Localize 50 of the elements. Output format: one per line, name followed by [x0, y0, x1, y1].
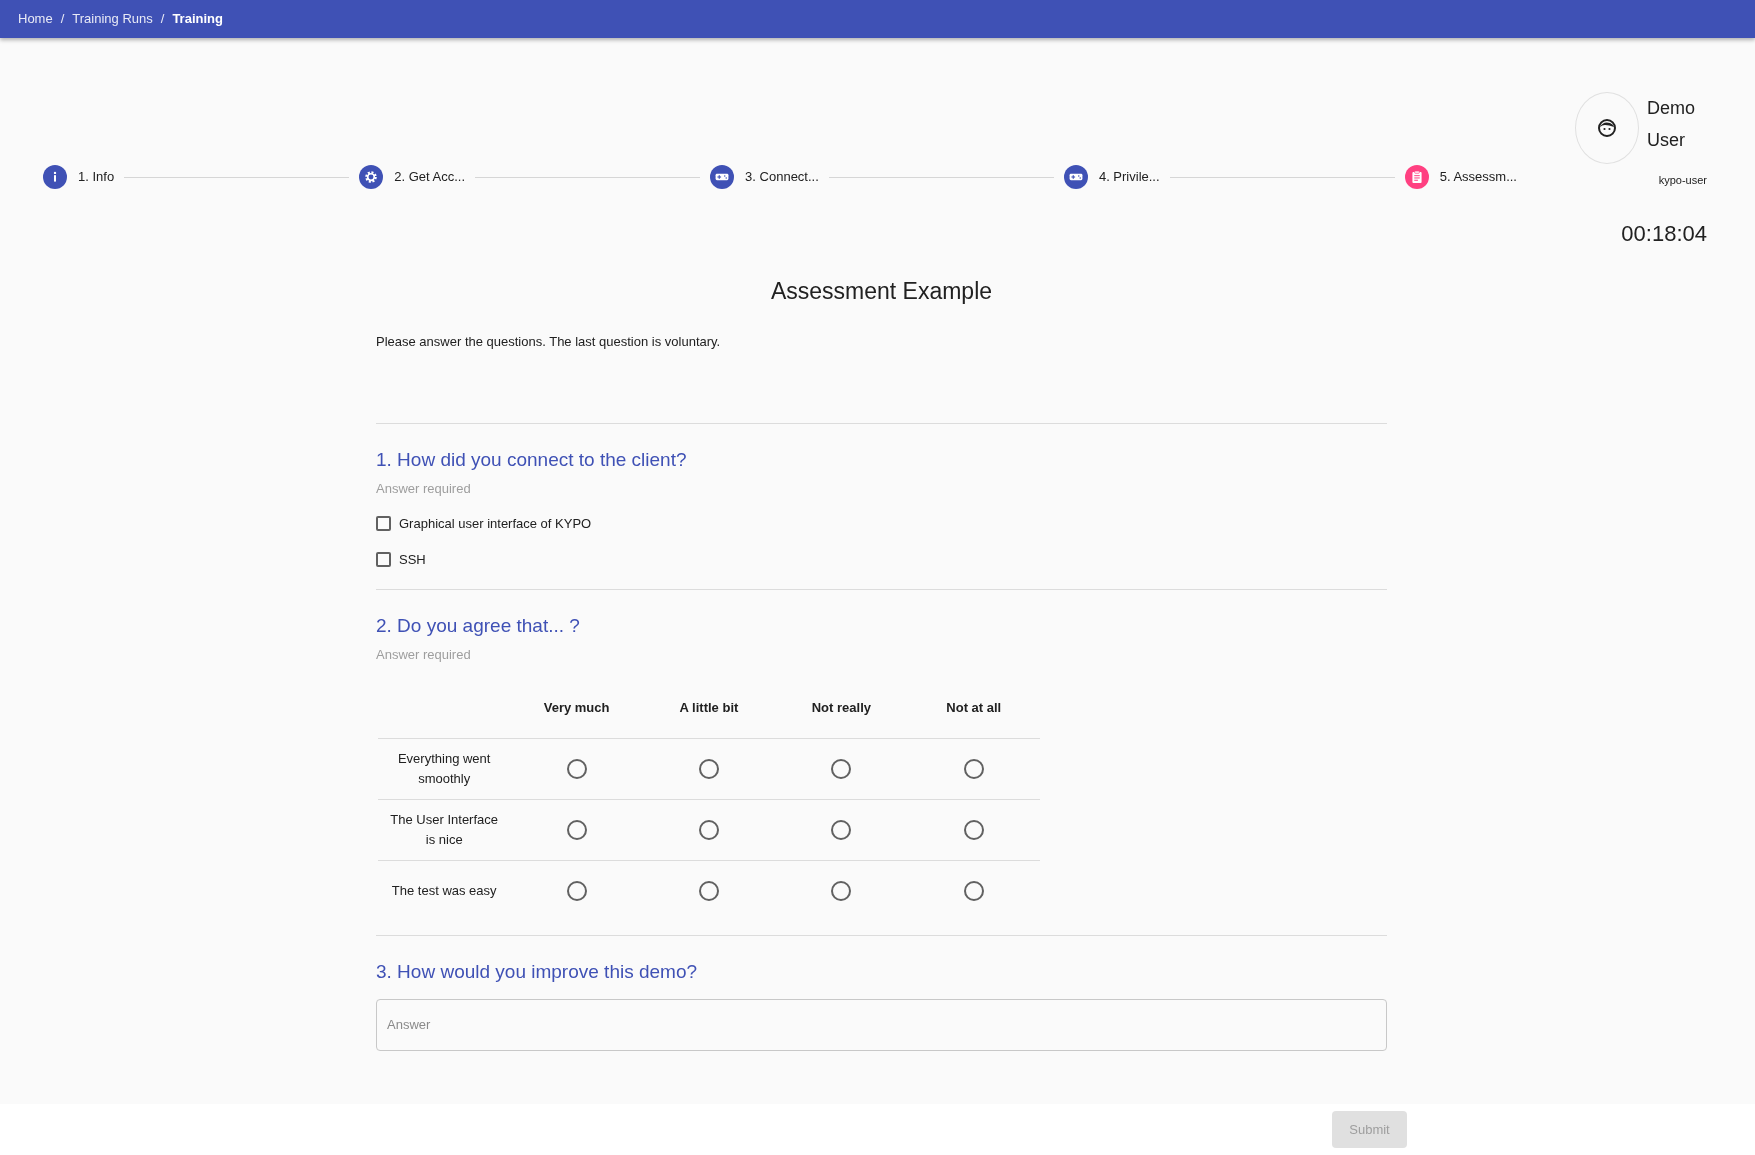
info-icon [43, 165, 67, 189]
row-label: Everything went smoothly [397, 751, 491, 786]
radio-button[interactable] [831, 758, 852, 779]
step[interactable]: 4. Privile... [1063, 165, 1160, 189]
checkbox[interactable] [376, 551, 391, 567]
radio-button[interactable] [831, 819, 852, 840]
breadcrumb-separator: / [160, 10, 165, 29]
radio-button[interactable] [698, 881, 719, 902]
question-title: 3. How would you improve this demo? [376, 960, 699, 985]
radio-button[interactable] [566, 819, 587, 840]
radio-button[interactable] [566, 881, 587, 902]
column-header: Very much [543, 700, 610, 716]
radio-button[interactable] [698, 819, 719, 840]
step[interactable]: 3. Connect... [710, 165, 819, 189]
radio-button[interactable] [963, 819, 984, 840]
answer-field[interactable]: Answer [376, 998, 1387, 1051]
timer: 00:18:04 [1621, 219, 1707, 248]
row-label: The User Interface is nice [390, 812, 498, 847]
row-label: The test was easy [391, 883, 497, 899]
column-header: A little bit [679, 700, 739, 716]
radio-button[interactable] [831, 881, 852, 902]
required-note: Answer required [376, 645, 472, 664]
step[interactable]: 2. Get Acc... [359, 165, 466, 189]
breadcrumb-link[interactable]: Home [18, 9, 53, 29]
question-title: 1. How did you connect to the client? [376, 448, 688, 473]
gamepad-icon [1063, 165, 1088, 189]
option-label: SSH [399, 550, 426, 569]
step[interactable]: 5. Assessm... [1404, 165, 1517, 189]
gear-icon [359, 165, 384, 189]
face-icon [1597, 118, 1617, 138]
option-label: Graphical user interface of KYPO [399, 515, 592, 534]
column-header: Not at all [946, 700, 1002, 716]
radio-button[interactable] [963, 881, 984, 902]
radio-button[interactable] [566, 758, 587, 779]
gamepad-icon [710, 165, 735, 189]
breadcrumb-separator: / [60, 10, 65, 29]
breadcrumb-current: Training [172, 10, 223, 29]
breadcrumb-link[interactable]: Training Runs [72, 9, 153, 29]
checkbox[interactable] [376, 516, 391, 532]
column-header: Not really [811, 700, 871, 716]
radio-button[interactable] [698, 758, 719, 779]
clipboard-icon [1404, 165, 1429, 189]
page-title: Assessment Example [769, 278, 994, 306]
step[interactable]: 1. Info [43, 165, 115, 189]
radio-button[interactable] [963, 758, 984, 779]
user-name: Demo User [1647, 97, 1696, 152]
question-title: 2. Do you agree that... ? [376, 614, 581, 639]
required-note: Answer required [376, 479, 472, 498]
description-text: Please answer the questions. The last question is voluntary. [376, 332, 722, 351]
user-login: kypo-user [1658, 173, 1707, 188]
